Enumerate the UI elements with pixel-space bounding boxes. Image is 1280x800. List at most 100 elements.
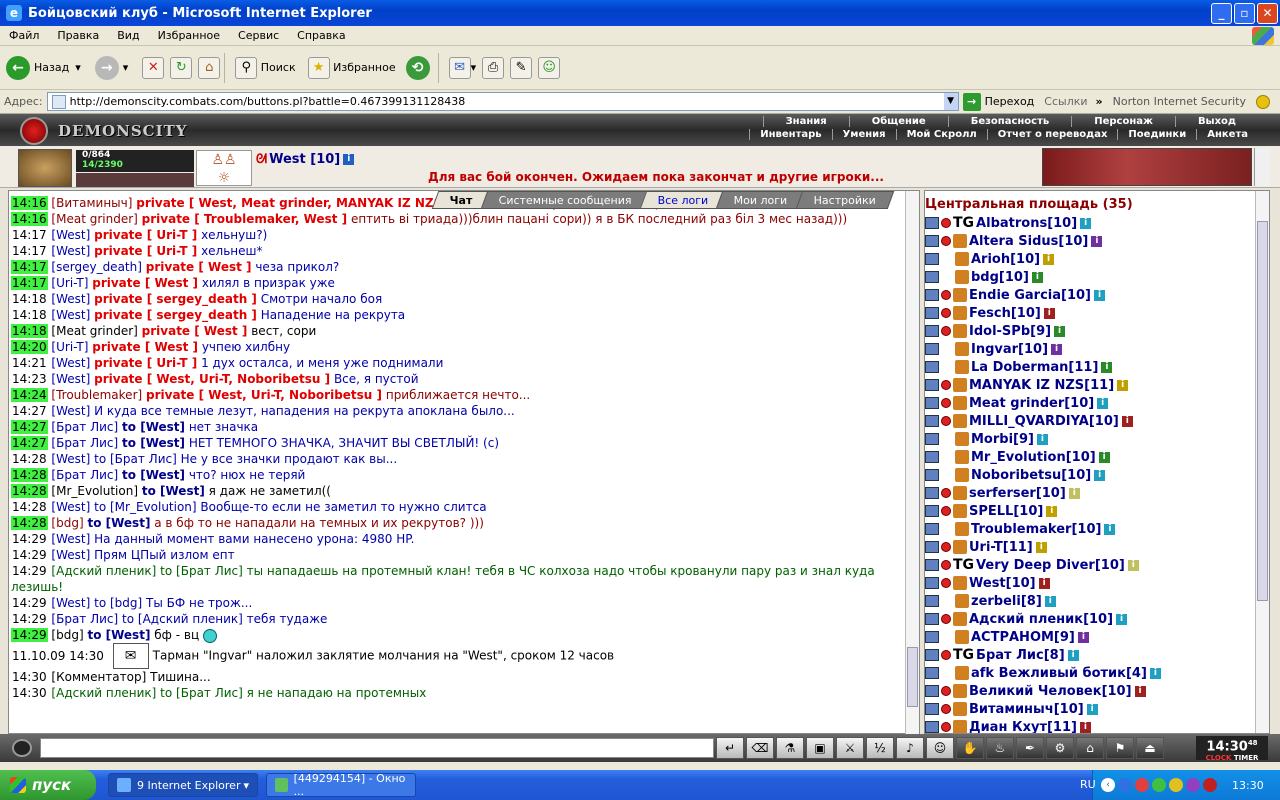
- scroll-thumb[interactable]: [907, 647, 918, 707]
- sound-icon[interactable]: ♪: [896, 737, 924, 759]
- address-input[interactable]: http://demonscity.combats.com/buttons.pl…: [46, 92, 959, 111]
- online-user[interactable]: Altera Sidus[10] i: [925, 232, 1269, 250]
- attack-icon[interactable]: [941, 326, 951, 336]
- message-nick[interactable]: [sergey_death]: [51, 260, 142, 274]
- language-indicator[interactable]: RU: [1080, 778, 1096, 791]
- private-message-icon[interactable]: [925, 433, 939, 445]
- private-recipients[interactable]: private [ West ]: [146, 260, 252, 274]
- info-icon[interactable]: i: [1094, 469, 1106, 481]
- info-icon[interactable]: i: [1035, 541, 1047, 553]
- message-nick[interactable]: [West]: [51, 452, 90, 466]
- private-message-icon[interactable]: [925, 469, 939, 481]
- close-button[interactable]: ✕: [1257, 2, 1278, 24]
- user-name[interactable]: Arioh[10]: [971, 252, 1040, 267]
- private-message-icon[interactable]: [925, 307, 939, 319]
- maximize-button[interactable]: ▫: [1234, 2, 1255, 24]
- message-nick[interactable]: [Брат Лис]: [51, 468, 118, 482]
- info-icon[interactable]: i: [1051, 343, 1063, 355]
- back-button[interactable]: ← Назад ▾: [6, 55, 81, 80]
- menu-edit[interactable]: Правка: [48, 29, 108, 42]
- online-user[interactable]: La Doberman[11] i: [925, 358, 1269, 376]
- attack-icon[interactable]: [941, 560, 951, 570]
- user-name[interactable]: Fesch[10]: [969, 306, 1041, 321]
- private-message-icon[interactable]: [925, 577, 939, 589]
- private-recipients[interactable]: private [ West ]: [92, 276, 198, 290]
- private-message-icon[interactable]: [925, 523, 939, 535]
- address-dropdown[interactable]: ▼: [943, 93, 958, 110]
- user-name[interactable]: Великий Человек[10]: [969, 684, 1132, 699]
- private-message-icon[interactable]: [925, 487, 939, 499]
- user-name[interactable]: West[10]: [969, 576, 1036, 591]
- icq-icon[interactable]: [1152, 778, 1166, 792]
- private-message-icon[interactable]: [925, 595, 939, 607]
- message-nick[interactable]: [Uri-T]: [51, 340, 88, 354]
- to-recipient[interactable]: to [West]: [122, 420, 185, 434]
- save-icon[interactable]: ▣: [806, 737, 834, 759]
- info-icon[interactable]: i: [1077, 631, 1089, 643]
- private-recipients[interactable]: private [ West, Uri-T, Noboribetsu ]: [146, 388, 382, 402]
- info-icon[interactable]: i: [1068, 487, 1080, 499]
- user-name[interactable]: Витаминыч[10]: [969, 702, 1084, 717]
- message-nick[interactable]: [West]: [51, 596, 90, 610]
- menu-tools[interactable]: Сервис: [229, 29, 288, 42]
- go-button[interactable]: → Переход: [962, 92, 1034, 111]
- private-message-icon[interactable]: [925, 541, 939, 553]
- attack-icon[interactable]: [941, 686, 951, 696]
- mail-button[interactable]: ✉ ▾: [448, 56, 476, 79]
- user-name[interactable]: Altera Sidus[10]: [969, 234, 1088, 249]
- online-user[interactable]: Uri-T[11] i: [925, 538, 1269, 556]
- online-user[interactable]: bdg[10] i: [925, 268, 1269, 286]
- info-icon[interactable]: i: [1079, 721, 1091, 733]
- scroll-thumb[interactable]: [1257, 221, 1268, 601]
- tab-system[interactable]: Системные сообщения: [480, 191, 650, 209]
- message-nick[interactable]: [Брат Лис]: [51, 436, 118, 450]
- refresh-button[interactable]: ↻: [170, 56, 193, 79]
- online-user[interactable]: Mr_Evolution[10] i: [925, 448, 1269, 466]
- attack-icon[interactable]: [941, 236, 951, 246]
- tray-arrow-icon[interactable]: ‹: [1101, 778, 1115, 792]
- user-name[interactable]: Albatrons[10]: [976, 216, 1077, 231]
- links-button[interactable]: Ссылки: [1044, 95, 1087, 108]
- user-name[interactable]: Диан Кхут[11]: [969, 720, 1077, 734]
- lock-icon[interactable]: ⌂: [1076, 737, 1104, 759]
- filter-icon[interactable]: ⚗: [776, 737, 804, 759]
- attack-icon[interactable]: [941, 506, 951, 516]
- info-icon[interactable]: i: [1097, 397, 1109, 409]
- info-icon[interactable]: i: [1101, 361, 1113, 373]
- private-message-icon[interactable]: [925, 361, 939, 373]
- menu-file[interactable]: Файл: [0, 29, 48, 42]
- hand-icon[interactable]: ✋: [956, 737, 984, 759]
- message-nick[interactable]: [Meat grinder]: [51, 324, 137, 338]
- message-nick[interactable]: [Витаминыч]: [51, 196, 132, 210]
- menu-view[interactable]: Вид: [108, 29, 148, 42]
- private-recipients[interactable]: private [ Troublemaker, West ]: [142, 212, 347, 226]
- attack-icon[interactable]: [941, 650, 951, 660]
- to-recipient[interactable]: to [West]: [122, 436, 185, 450]
- online-user[interactable]: TG Albatrons[10] i: [925, 214, 1269, 232]
- message-nick[interactable]: [West]: [51, 308, 90, 322]
- user-name[interactable]: Uri-T[11]: [969, 540, 1033, 555]
- message-nick[interactable]: [Комментатор]: [51, 670, 146, 684]
- user-name[interactable]: Troublemaker[10]: [971, 522, 1101, 537]
- fight-icon[interactable]: ⚔: [836, 737, 864, 759]
- to-recipient[interactable]: to [West]: [87, 516, 150, 530]
- message-nick[interactable]: [West]: [51, 292, 90, 306]
- send-icon[interactable]: ↵: [716, 737, 744, 759]
- online-user[interactable]: SPELL[10] i: [925, 502, 1269, 520]
- volume-icon[interactable]: [1186, 778, 1200, 792]
- user-name[interactable]: bdg[10]: [971, 270, 1029, 285]
- user-name[interactable]: MANYAK IZ NZS[11]: [969, 378, 1114, 393]
- attack-icon[interactable]: [941, 416, 951, 426]
- tab-my-logs[interactable]: Мои логи: [715, 191, 806, 209]
- scale-icon[interactable]: ½: [866, 737, 894, 759]
- online-user[interactable]: Великий Человек[10] i: [925, 682, 1269, 700]
- online-user[interactable]: Витаминыч[10] i: [925, 700, 1269, 718]
- info-icon[interactable]: i: [1091, 235, 1103, 247]
- attack-icon[interactable]: [941, 398, 951, 408]
- online-user[interactable]: Arioh[10] i: [925, 250, 1269, 268]
- info-icon[interactable]: i: [1054, 325, 1066, 337]
- chat-input[interactable]: [40, 738, 714, 758]
- private-message-icon[interactable]: [925, 379, 939, 391]
- norton-tray-icon[interactable]: [1169, 778, 1183, 792]
- attack-icon[interactable]: [941, 488, 951, 498]
